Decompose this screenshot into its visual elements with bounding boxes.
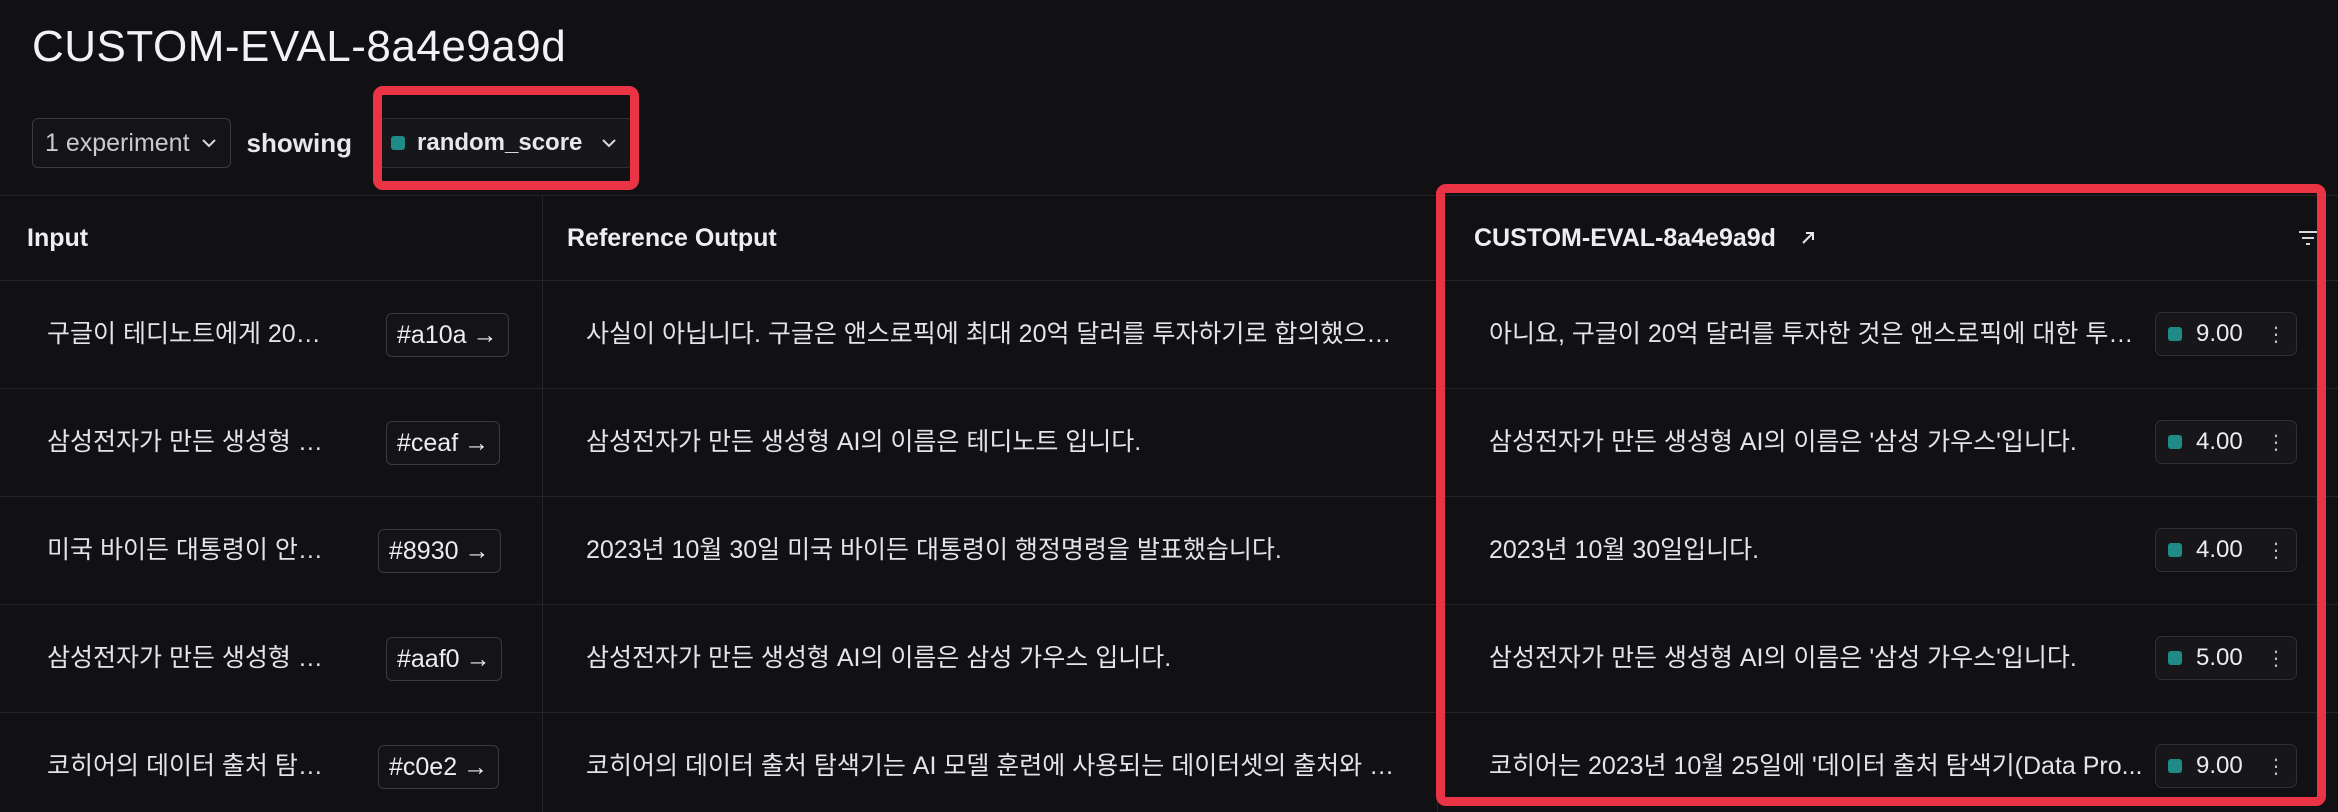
row-id-link[interactable]: #c0e2 → (378, 745, 500, 789)
metric-dropdown-label: random_score (417, 129, 583, 156)
score-value: 9.00 (2196, 320, 2243, 347)
column-header-reference-label: Reference Output (567, 223, 777, 252)
column-header-input[interactable]: Input (27, 196, 88, 280)
arrow-right-icon: → (464, 536, 490, 565)
row-output-text: 2023년 10월 30일입니다. (1489, 536, 1760, 564)
score-chip[interactable]: 4.00 ⋮ (2155, 528, 2297, 572)
score-color-dot (2168, 543, 2182, 557)
more-vertical-icon[interactable]: ⋮ (2266, 754, 2286, 779)
column-divider (542, 196, 543, 812)
results-table: Input Reference Output CUSTOM-EVAL-8a4e9… (0, 195, 2338, 812)
row-reference-text: 삼성전자가 만든 생성형 AI의 이름은 테디노트 입니다. (586, 428, 1142, 456)
row-input-text: 미국 바이든 대통령이 안전... (47, 536, 337, 564)
column-header-experiment-label: CUSTOM-EVAL-8a4e9a9d (1474, 223, 1776, 252)
score-color-dot (2168, 651, 2182, 665)
row-id-link[interactable]: #ceaf → (386, 421, 501, 465)
metric-dropdown[interactable]: random_score (378, 118, 634, 168)
more-vertical-icon[interactable]: ⋮ (2266, 430, 2286, 455)
row-output-text: 삼성전자가 만든 생성형 AI의 이름은 '삼성 가우스'입니다. (1489, 644, 2077, 672)
chevron-down-icon (201, 139, 216, 148)
score-chip[interactable]: 5.00 ⋮ (2155, 636, 2297, 680)
row-reference-text: 코히어의 데이터 출처 탐색기는 AI 모델 훈련에 사용되는 데이터셋의 출처… (586, 752, 1401, 780)
score-value: 5.00 (2196, 644, 2243, 671)
row-id-label: #8930 (389, 536, 459, 565)
row-id-label: #ceaf (397, 428, 459, 457)
row-output-text: 아니요, 구글이 20억 달러를 투자한 것은 앤스로픽에 대한 투자... (1489, 320, 2144, 348)
row-id-link[interactable]: #8930 → (378, 529, 501, 573)
score-value: 9.00 (2196, 752, 2243, 779)
more-vertical-icon[interactable]: ⋮ (2266, 322, 2286, 347)
arrow-right-icon: → (464, 428, 490, 457)
sort-filter-icon[interactable] (2296, 226, 2320, 250)
score-color-dot (2168, 327, 2182, 341)
row-reference-text: 사실이 아닙니다. 구글은 앤스로픽에 최대 20억 달러를 투자하기로 합의했… (586, 320, 1401, 348)
column-header-reference[interactable]: Reference Output (567, 196, 777, 280)
row-id-link[interactable]: #aaf0 → (386, 637, 502, 681)
metric-color-dot (391, 136, 405, 150)
row-id-label: #aaf0 (397, 644, 460, 673)
page-title: CUSTOM-EVAL-8a4e9a9d (32, 22, 567, 71)
score-value: 4.00 (2196, 428, 2243, 455)
score-chip[interactable]: 9.00 ⋮ (2155, 744, 2297, 788)
column-divider (1437, 196, 1438, 812)
experiments-dropdown[interactable]: 1 experiment (32, 118, 231, 168)
toolbar: 1 experiment showing (32, 118, 352, 168)
experiment-page: CUSTOM-EVAL-8a4e9a9d 1 experiment showin… (0, 0, 2338, 812)
arrow-right-icon: → (472, 320, 498, 349)
showing-label: showing (246, 127, 352, 158)
row-output-text: 삼성전자가 만든 생성형 AI의 이름은 '삼성 가우스'입니다. (1489, 428, 2077, 456)
open-external-icon[interactable] (1798, 228, 1818, 248)
row-output-text: 코히어는 2023년 10월 25일에 '데이터 출처 탐색기(Data Pro… (1489, 752, 2143, 780)
arrow-right-icon: → (463, 752, 489, 781)
score-color-dot (2168, 759, 2182, 773)
row-input-text: 삼성전자가 만든 생성형 AI... (47, 644, 337, 672)
column-header-experiment[interactable]: CUSTOM-EVAL-8a4e9a9d (1474, 196, 1818, 280)
score-chip[interactable]: 4.00 ⋮ (2155, 420, 2297, 464)
experiments-dropdown-label: 1 experiment (45, 128, 190, 157)
chevron-down-icon (602, 139, 617, 148)
row-id-label: #a10a (397, 320, 467, 349)
score-value: 4.00 (2196, 536, 2243, 563)
more-vertical-icon[interactable]: ⋮ (2266, 538, 2286, 563)
row-id-link[interactable]: #a10a → (386, 313, 509, 357)
score-color-dot (2168, 435, 2182, 449)
row-reference-text: 2023년 10월 30일 미국 바이든 대통령이 행정명령을 발표했습니다. (586, 536, 1282, 564)
row-input-text: 코히어의 데이터 출처 탐색... (47, 752, 337, 780)
more-vertical-icon[interactable]: ⋮ (2266, 646, 2286, 671)
row-reference-text: 삼성전자가 만든 생성형 AI의 이름은 삼성 가우스 입니다. (586, 644, 1172, 672)
score-chip[interactable]: 9.00 ⋮ (2155, 312, 2297, 356)
arrow-right-icon: → (465, 644, 491, 673)
row-id-label: #c0e2 (389, 752, 458, 781)
row-input-text: 구글이 테디노트에게 20억... (47, 320, 337, 348)
column-header-input-label: Input (27, 223, 89, 252)
row-input-text: 삼성전자가 만든 생성형 AI... (47, 428, 337, 456)
